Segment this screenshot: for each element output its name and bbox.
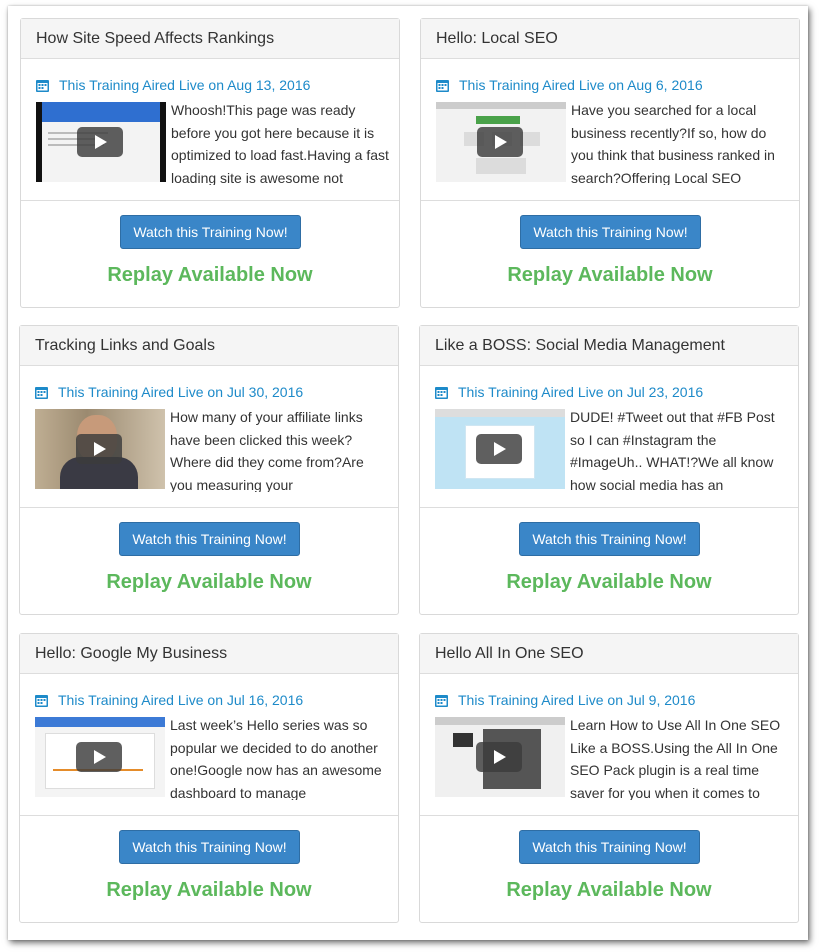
card-footer: Watch this Training Now! Replay Availabl…	[20, 816, 398, 922]
calendar-icon	[435, 386, 448, 399]
video-thumbnail[interactable]	[435, 717, 565, 797]
page-frame: How Site Speed Affects Rankings This Tra…	[8, 6, 808, 940]
video-thumbnail[interactable]	[36, 102, 166, 182]
calendar-icon	[35, 694, 48, 707]
play-icon[interactable]	[476, 742, 522, 772]
card-title: Hello: Google My Business	[20, 634, 398, 674]
watch-training-button[interactable]: Watch this Training Now!	[119, 522, 300, 556]
aired-date-text: This Training Aired Live on Jul 9, 2016	[458, 692, 696, 708]
aired-date-text: This Training Aired Live on Aug 6, 2016	[459, 77, 703, 93]
watch-training-button[interactable]: Watch this Training Now!	[519, 830, 700, 864]
aired-date-text: This Training Aired Live on Jul 16, 2016	[58, 692, 304, 708]
play-icon[interactable]	[76, 434, 122, 464]
play-icon[interactable]	[76, 742, 122, 772]
card-footer: Watch this Training Now! Replay Availabl…	[20, 508, 398, 614]
card-footer: Watch this Training Now! Replay Availabl…	[420, 508, 798, 614]
card-footer: Watch this Training Now! Replay Availabl…	[21, 201, 399, 307]
video-thumbnail[interactable]	[35, 717, 165, 797]
play-icon[interactable]	[77, 127, 123, 157]
training-card-social-media: Like a BOSS: Social Media Management Thi…	[419, 325, 799, 615]
watch-training-button[interactable]: Watch this Training Now!	[120, 215, 301, 249]
card-title: Hello All In One SEO	[420, 634, 798, 674]
aired-date-text: This Training Aired Live on Aug 13, 2016	[59, 77, 311, 93]
video-thumbnail[interactable]	[35, 409, 165, 489]
play-icon[interactable]	[476, 434, 522, 464]
aired-date-text: This Training Aired Live on Jul 23, 2016	[458, 384, 704, 400]
card-footer: Watch this Training Now! Replay Availabl…	[420, 816, 798, 922]
card-body: This Training Aired Live on Jul 23, 2016…	[420, 366, 798, 508]
replay-status: Replay Available Now	[506, 571, 712, 593]
replay-status: Replay Available Now	[507, 264, 713, 286]
training-card-local-seo: Hello: Local SEO This Training Aired Liv…	[420, 18, 800, 308]
aired-date: This Training Aired Live on Aug 13, 2016	[36, 76, 310, 94]
card-title: Tracking Links and Goals	[20, 326, 398, 366]
aired-date: This Training Aired Live on Jul 16, 2016	[35, 691, 303, 709]
calendar-icon	[436, 79, 449, 92]
training-description: DUDE! #Tweet out that #FB Post so I can …	[570, 409, 775, 492]
card-title: How Site Speed Affects Rankings	[21, 19, 399, 59]
card-body: This Training Aired Live on Aug 6, 2016 …	[421, 59, 799, 201]
card-footer: Watch this Training Now! Replay Availabl…	[421, 201, 799, 307]
training-description: Learn How to Use All In One SEO Like a B…	[570, 717, 781, 800]
watch-training-button[interactable]: Watch this Training Now!	[519, 522, 700, 556]
card-body: This Training Aired Live on Jul 30, 2016…	[20, 366, 398, 508]
card-body: This Training Aired Live on Aug 13, 2016…	[21, 59, 399, 201]
training-description: How many of your affiliate links have be…	[170, 409, 364, 492]
training-description: Have you searched for a local business r…	[571, 102, 775, 185]
calendar-icon	[435, 694, 448, 707]
card-body: This Training Aired Live on Jul 9, 2016 …	[420, 674, 798, 816]
replay-status: Replay Available Now	[106, 879, 312, 901]
aired-date: This Training Aired Live on Jul 9, 2016	[435, 691, 695, 709]
replay-status: Replay Available Now	[107, 264, 313, 286]
training-card-site-speed: How Site Speed Affects Rankings This Tra…	[20, 18, 400, 308]
card-title: Hello: Local SEO	[421, 19, 799, 59]
aired-date: This Training Aired Live on Aug 6, 2016	[436, 76, 703, 94]
aired-date: This Training Aired Live on Jul 30, 2016	[35, 383, 303, 401]
video-thumbnail[interactable]	[436, 102, 566, 182]
replay-status: Replay Available Now	[106, 571, 312, 593]
replay-status: Replay Available Now	[506, 879, 712, 901]
training-card-google-my-business: Hello: Google My Business This Training …	[19, 633, 399, 923]
card-body: This Training Aired Live on Jul 16, 2016…	[20, 674, 398, 816]
training-card-tracking-links: Tracking Links and Goals This Training A…	[19, 325, 399, 615]
aired-date-text: This Training Aired Live on Jul 30, 2016	[58, 384, 304, 400]
aired-date: This Training Aired Live on Jul 23, 2016	[435, 383, 703, 401]
training-description: Whoosh!This page was ready before you go…	[171, 102, 389, 185]
watch-training-button[interactable]: Watch this Training Now!	[119, 830, 300, 864]
watch-training-button[interactable]: Watch this Training Now!	[520, 215, 701, 249]
play-icon[interactable]	[477, 127, 523, 157]
calendar-icon	[35, 386, 48, 399]
training-card-all-in-one-seo: Hello All In One SEO This Training Aired…	[419, 633, 799, 923]
training-description: Last week’s Hello series was so popular …	[170, 717, 382, 800]
video-thumbnail[interactable]	[435, 409, 565, 489]
card-title: Like a BOSS: Social Media Management	[420, 326, 798, 366]
calendar-icon	[36, 79, 49, 92]
